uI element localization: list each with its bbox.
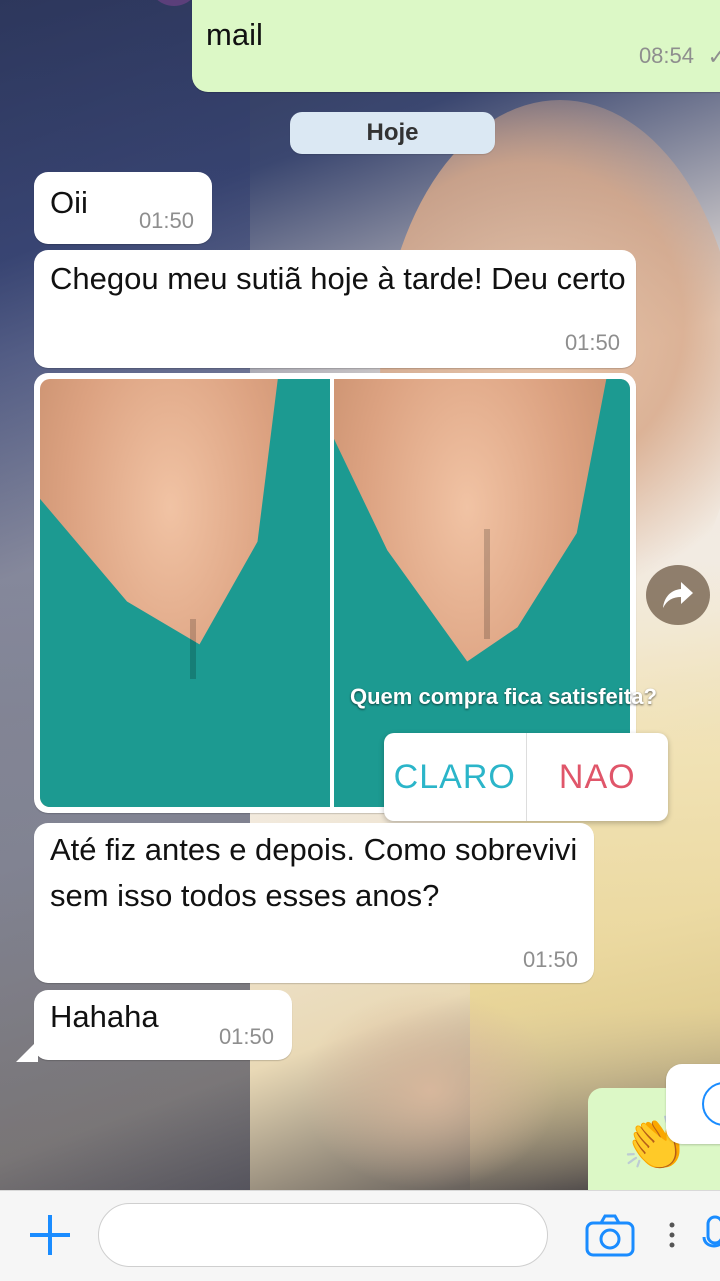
camera-icon[interactable] <box>584 1211 636 1259</box>
outgoing-message-top[interactable]: mail 08:54 ✓ <box>192 0 720 92</box>
message-time: 08:54 <box>638 43 694 68</box>
incoming-message[interactable]: Chegou meu sutiã hoje à tarde! Deu certo… <box>34 250 636 368</box>
message-text: Oii <box>50 185 88 220</box>
scroll-down-icon <box>702 1082 720 1126</box>
poll-option-yes: CLARO <box>384 733 527 821</box>
bubble-tail <box>16 1040 38 1062</box>
message-input-bar <box>0 1190 720 1281</box>
message-text: Chegou meu sutiã hoje à tarde! Deu certo <box>50 261 626 296</box>
message-time: 01:50 <box>522 947 578 972</box>
poll-sticker: CLARO NAO <box>384 733 668 821</box>
check-icon: ✓ <box>707 44 720 69</box>
poll-question: Quem compra fica satisfeita? <box>350 684 657 709</box>
poll-option-no: NAO <box>558 757 636 796</box>
mic-icon[interactable] <box>702 1213 720 1263</box>
before-photo <box>40 379 330 807</box>
date-separator: Hoje <box>290 112 495 154</box>
incoming-message[interactable]: Oii 01:50 <box>34 172 212 244</box>
message-text: Até fiz antes e depois. Como sobrevivi s… <box>50 832 578 913</box>
message-time: 01:50 <box>564 330 620 355</box>
scroll-to-bottom-button[interactable] <box>666 1064 720 1144</box>
plus-icon[interactable] <box>28 1213 72 1257</box>
message-time: 01:50 <box>218 1024 274 1049</box>
forward-button[interactable] <box>646 565 710 625</box>
message-text: Hahaha <box>50 999 159 1034</box>
share-icon <box>663 582 693 608</box>
more-icon[interactable] <box>662 1219 682 1259</box>
incoming-message[interactable]: Hahaha 01:50 <box>34 990 292 1060</box>
message-input[interactable] <box>98 1203 548 1267</box>
message-text: mail <box>206 17 263 52</box>
incoming-message[interactable]: Até fiz antes e depois. Como sobrevivi s… <box>34 823 594 983</box>
message-time: 01:50 <box>138 208 194 233</box>
